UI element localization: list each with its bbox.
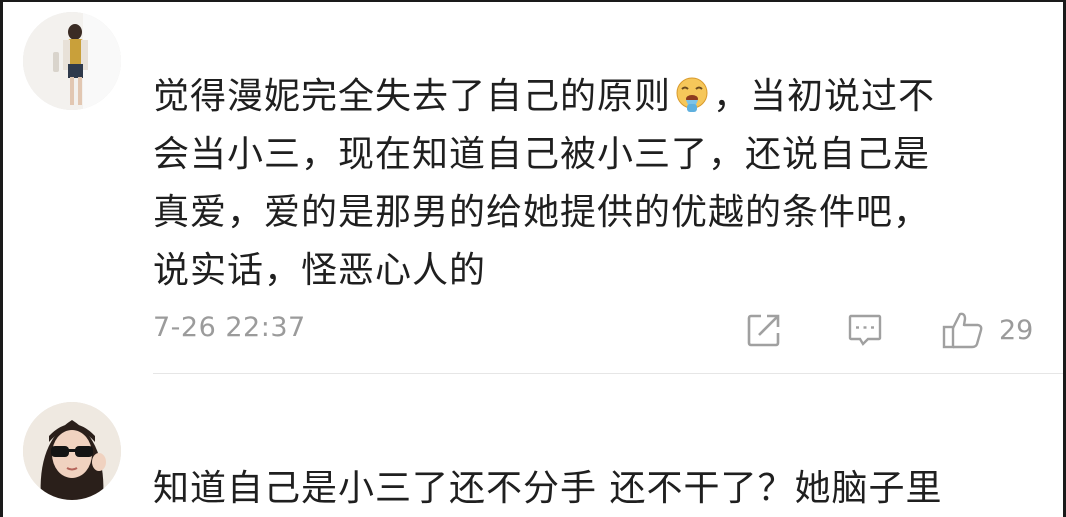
share-button[interactable] — [745, 310, 783, 350]
comment-text-segment: ，当初说过不 — [713, 76, 936, 117]
avatar[interactable] — [23, 12, 121, 110]
comment-timestamp: 7-26 22:37 — [153, 312, 306, 343]
comment-text-line: 会当小三，现在知道自己被小三了，还说自己是 — [153, 134, 931, 175]
comment-text-line: 真爱，爱的是那男的给她提供的优越的条件吧， — [153, 192, 931, 233]
comment-bubble-icon — [848, 314, 882, 346]
like-count: 29 — [999, 314, 1034, 346]
user-avatar-photo — [23, 402, 121, 500]
comment-text-line: 说实话，怪恶心人的 — [153, 250, 487, 291]
comment-text: 觉得漫妮完全失去了自己的原则 ，当初说过不 会当小三，现在知道自己被小三了，还说… — [153, 68, 1033, 300]
avatar[interactable] — [23, 402, 121, 500]
share-icon — [747, 314, 780, 347]
reply-button[interactable] — [846, 310, 884, 350]
vomiting-face-icon — [676, 77, 708, 112]
comment-text-segment: 觉得漫妮完全失去了自己的原则 — [153, 76, 672, 117]
comment-text: 知道自己是小三了还不分手 还不干了？她脑子里 — [153, 460, 1033, 517]
comment-text-line: 觉得漫妮完全失去了自己的原则 ，当初说过不 — [153, 68, 1033, 126]
comment-item: 觉得漫妮完全失去了自己的原则 ，当初说过不 会当小三，现在知道自己被小三了，还说… — [3, 2, 1063, 374]
thumbs-up-icon — [942, 312, 983, 349]
user-avatar-photo — [23, 12, 121, 110]
comment-list: 觉得漫妮完全失去了自己的原则 ，当初说过不 会当小三，现在知道自己被小三了，还说… — [0, 0, 1066, 517]
comment-item: 知道自己是小三了还不分手 还不干了？她脑子里 — [3, 374, 1063, 517]
comment-text-line: 知道自己是小三了还不分手 还不干了？她脑子里 — [153, 468, 943, 509]
like-button[interactable]: 29 — [941, 310, 1033, 350]
